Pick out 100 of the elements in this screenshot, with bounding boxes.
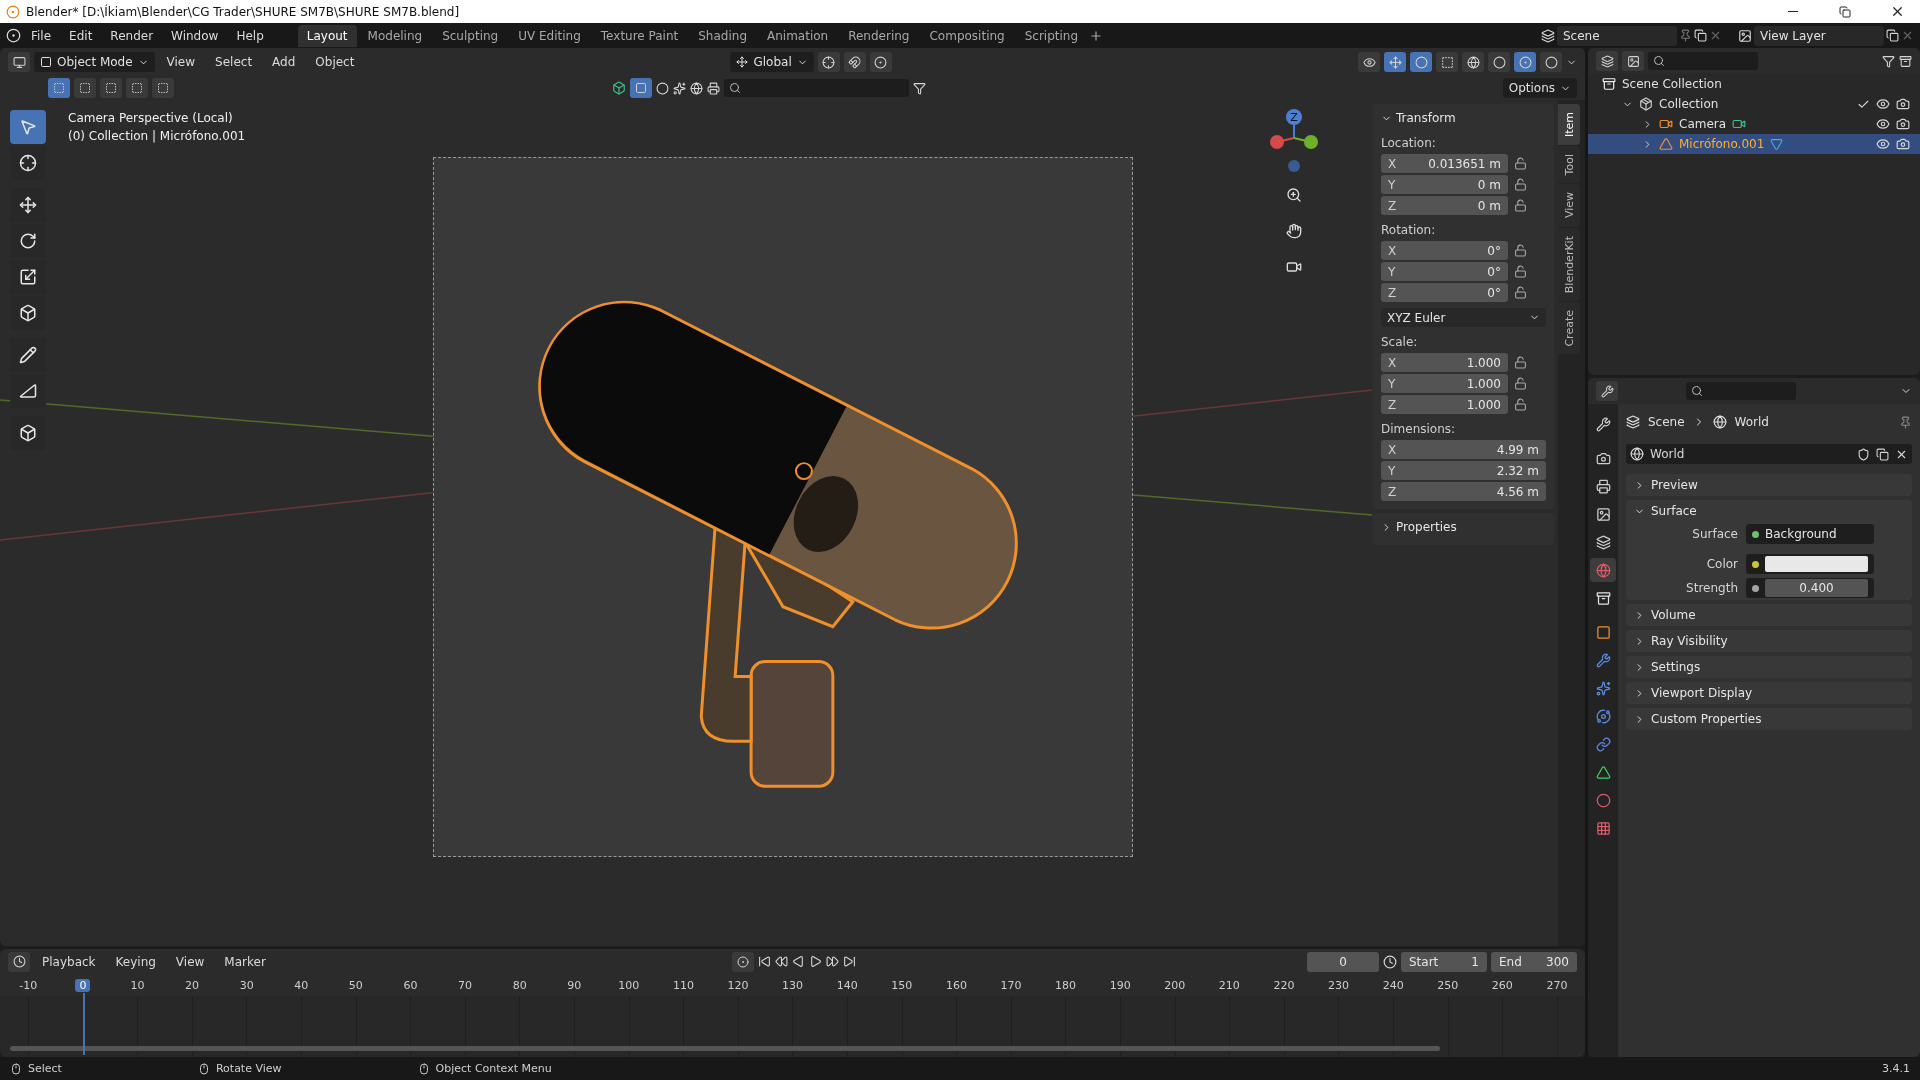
menu-item[interactable]: Select <box>207 53 261 71</box>
workspace-tab[interactable]: Animation <box>758 24 838 47</box>
sidebar-tab[interactable]: BlenderKit <box>1558 227 1580 301</box>
number-field[interactable]: X 1.000 <box>1381 353 1508 372</box>
select-mode-button[interactable] <box>100 78 122 98</box>
jump-start-icon[interactable] <box>757 955 771 968</box>
outliner-row[interactable]: Camera <box>1588 114 1920 134</box>
workspace-tab[interactable]: Rendering <box>839 24 919 47</box>
proportional-button[interactable] <box>869 52 892 72</box>
number-field[interactable]: 0.400 <box>1746 578 1874 598</box>
copy-icon[interactable] <box>1694 29 1707 42</box>
unlocked-padlock-icon[interactable] <box>1514 286 1527 299</box>
number-field[interactable]: X 0.013651 m <box>1381 154 1508 173</box>
play-icon[interactable] <box>808 955 822 968</box>
eye-icon[interactable] <box>1876 137 1890 151</box>
workspace-tab[interactable]: Sculpting <box>433 24 508 47</box>
sidebar-tab[interactable]: Tool <box>1558 146 1580 184</box>
shader-link-field[interactable]: Background <box>1746 524 1874 544</box>
play-reverse-icon[interactable] <box>791 955 805 968</box>
image-icon[interactable] <box>1738 28 1752 43</box>
number-field[interactable]: Y 1.000 <box>1381 374 1508 393</box>
jump-end-icon[interactable] <box>842 955 856 968</box>
playhead[interactable]: 0 <box>75 978 91 992</box>
options-dropdown[interactable]: Options <box>1502 78 1577 98</box>
menu-item[interactable]: View <box>158 53 204 71</box>
panel-title[interactable]: Surface <box>1651 504 1697 518</box>
playhead-line[interactable] <box>82 993 85 1055</box>
number-field[interactable]: Z 0° <box>1381 283 1508 302</box>
menu-item[interactable]: Object <box>307 53 363 71</box>
pin-icon[interactable] <box>1899 415 1912 429</box>
search-field[interactable] <box>1648 52 1758 70</box>
shading-button[interactable] <box>1514 52 1536 72</box>
menu-item[interactable]: Render <box>102 26 162 45</box>
menu-item[interactable]: Edit <box>61 26 101 45</box>
workspace-tab[interactable]: Scripting <box>1015 24 1088 47</box>
camera-icon[interactable] <box>1896 117 1910 131</box>
workspace-tab[interactable]: Layout <box>297 24 357 47</box>
shield-icon[interactable] <box>1857 447 1870 461</box>
pin-icon[interactable] <box>1679 29 1692 42</box>
copy-icon[interactable] <box>1886 29 1899 42</box>
number-field[interactable]: Z 0 m <box>1381 196 1508 215</box>
overlay-button[interactable] <box>1410 52 1432 72</box>
number-field[interactable]: Z 1.000 <box>1381 395 1508 414</box>
panel-title[interactable]: Transform <box>1396 111 1456 125</box>
mode-dropdown[interactable]: Object Mode <box>34 52 155 72</box>
display-mode-button[interactable] <box>1622 51 1644 71</box>
view-layer-field[interactable]: View Layer <box>1754 25 1884 46</box>
breadcrumb-item[interactable]: Scene <box>1648 415 1685 429</box>
clock-icon[interactable] <box>1383 954 1397 969</box>
scene-field[interactable]: Scene <box>1557 25 1677 46</box>
panel-title[interactable]: Ray Visibility <box>1651 634 1728 648</box>
shading-button[interactable] <box>1462 52 1484 72</box>
menu-item[interactable]: Keying <box>107 952 164 971</box>
eye-icon[interactable] <box>1876 117 1890 131</box>
menu-item[interactable]: Help <box>228 26 272 45</box>
sidebar-tab[interactable]: Item <box>1558 104 1580 146</box>
panel-title[interactable]: Properties <box>1396 520 1457 534</box>
globe-icon[interactable] <box>1630 447 1644 461</box>
pivot-button[interactable] <box>817 52 840 72</box>
record-button[interactable] <box>731 951 754 972</box>
camera-icon[interactable] <box>1896 137 1910 151</box>
workspace-tab[interactable]: Shading <box>689 24 756 47</box>
search-field[interactable] <box>724 79 909 97</box>
menu-item[interactable]: Playback <box>34 952 104 971</box>
workspace-tab[interactable]: Texture Paint <box>591 24 688 47</box>
outliner-row[interactable]: Collection <box>1588 94 1920 114</box>
panel-title[interactable]: Preview <box>1651 478 1698 492</box>
number-field[interactable]: Y 2.32 m <box>1381 461 1546 480</box>
panel-title[interactable]: Volume <box>1651 608 1696 622</box>
filter-icon[interactable] <box>1882 54 1895 68</box>
select-mode-button[interactable] <box>126 78 148 98</box>
number-field[interactable]: X 0° <box>1381 241 1508 260</box>
panel-title[interactable]: Settings <box>1651 660 1701 674</box>
add-icon[interactable] <box>1089 28 1104 43</box>
layers-icon[interactable] <box>1541 28 1555 43</box>
search-field[interactable] <box>1686 382 1796 400</box>
xray-button[interactable] <box>1436 52 1458 72</box>
workspace-tab[interactable]: Modeling <box>358 24 432 47</box>
circle-icon[interactable] <box>656 81 669 95</box>
editor-type-button[interactable] <box>1596 381 1618 401</box>
editor-type-button[interactable] <box>8 951 30 972</box>
cube-icon[interactable] <box>612 81 626 95</box>
number-field[interactable]: Y 0 m <box>1381 175 1508 194</box>
workspace-tab[interactable]: Compositing <box>920 24 1014 47</box>
number-field[interactable]: Y 0° <box>1381 262 1508 281</box>
snap-button[interactable] <box>843 52 866 72</box>
unlocked-padlock-icon[interactable] <box>1514 356 1527 369</box>
axis-gizmo-drawing[interactable]: Z <box>1269 108 1319 172</box>
unlocked-padlock-icon[interactable] <box>1514 398 1527 411</box>
visibility-button[interactable] <box>1358 52 1380 72</box>
previous-key-icon[interactable] <box>774 955 788 968</box>
menu-item[interactable]: View <box>167 952 213 971</box>
unlocked-padlock-icon[interactable] <box>1514 157 1527 170</box>
archive-box-icon[interactable] <box>1899 54 1912 68</box>
unlocked-padlock-icon[interactable] <box>1514 265 1527 278</box>
copy-icon[interactable] <box>1876 447 1889 461</box>
viewport-button[interactable] <box>630 78 652 98</box>
sidebar-tab[interactable]: Create <box>1558 301 1580 355</box>
scrollbar[interactable] <box>10 1046 1440 1051</box>
menu-item[interactable]: Add <box>264 53 304 71</box>
